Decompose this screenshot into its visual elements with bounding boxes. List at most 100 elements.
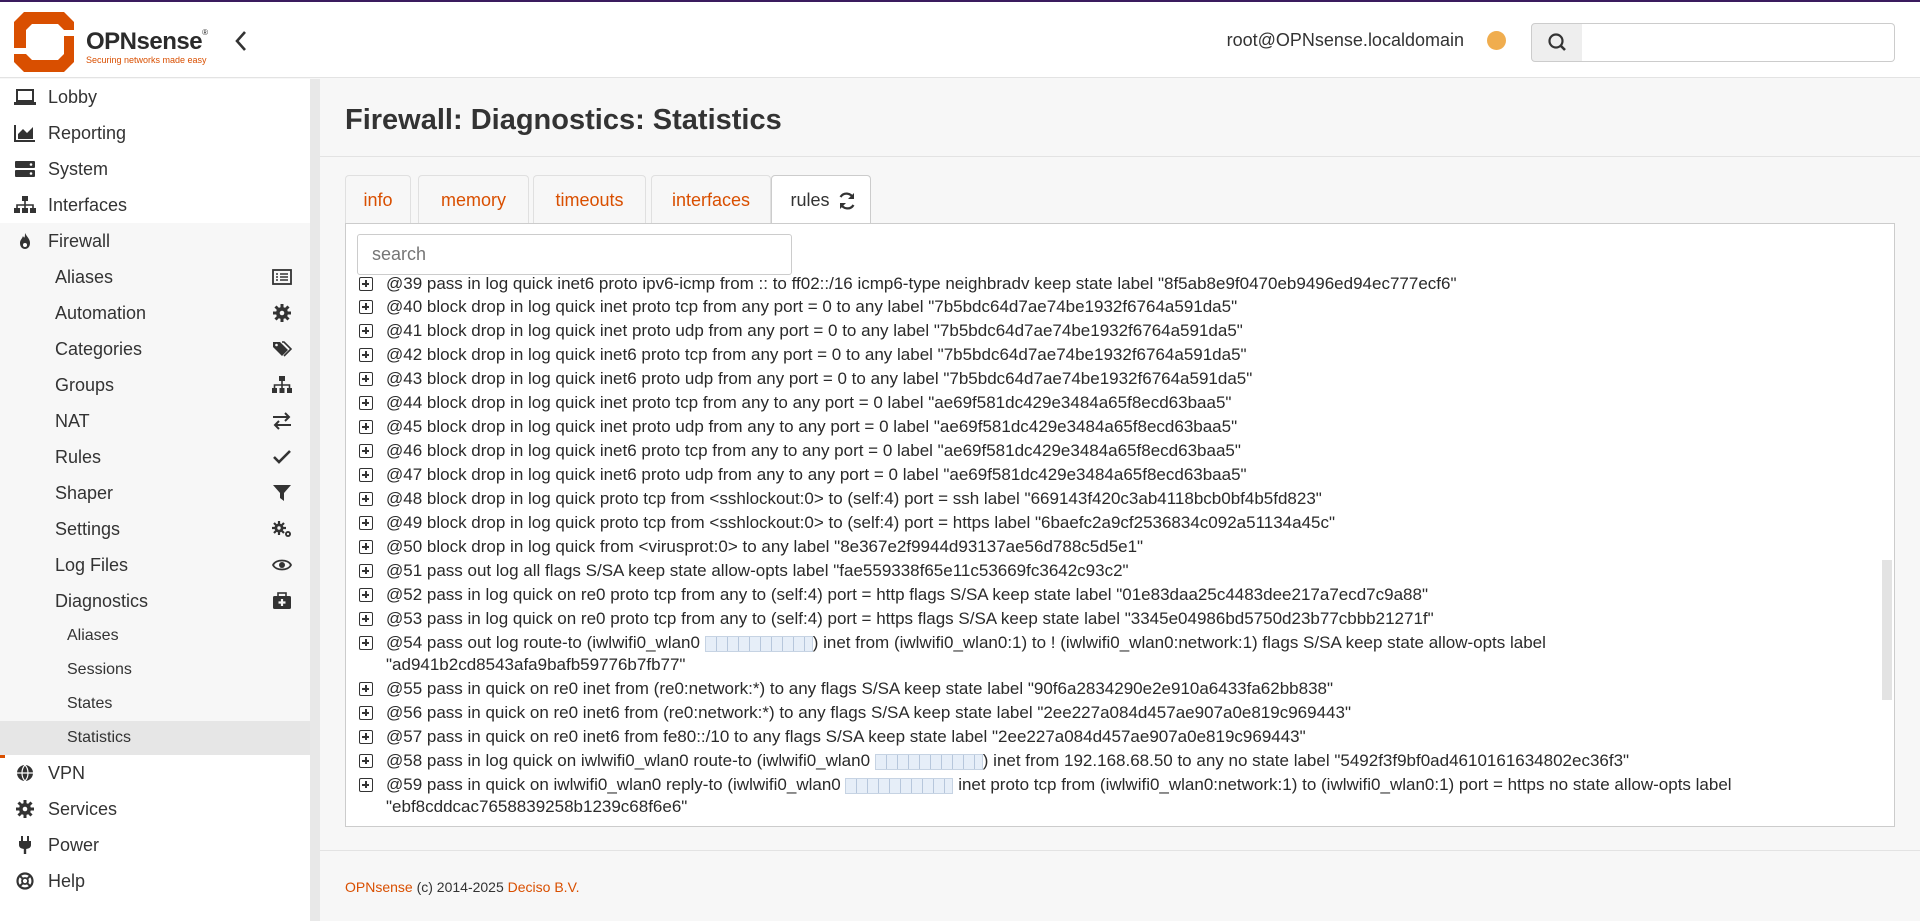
user-menu[interactable]: root@OPNsense.localdomain (1227, 30, 1464, 51)
rule-row: @43 block drop in log quick inet6 proto … (359, 368, 1252, 390)
sidebar-item-label: VPN (48, 763, 86, 783)
expand-toggle-icon[interactable] (359, 348, 373, 362)
sidebar-subitem-diag-aliases[interactable]: Aliases (0, 619, 310, 653)
expand-toggle-icon[interactable] (359, 300, 373, 314)
redacted-gateway (845, 777, 954, 794)
chevron-left-icon[interactable] (230, 26, 252, 56)
sidebar-item-power[interactable]: Power (0, 827, 310, 863)
opnsense-link[interactable]: OPNsense (345, 879, 413, 895)
expand-toggle-icon[interactable] (359, 444, 373, 458)
expand-toggle-icon[interactable] (359, 706, 373, 720)
expand-toggle-icon[interactable] (359, 396, 373, 410)
sidebar-item-label: Aliases (67, 627, 119, 644)
sidebar-subitem-categories[interactable]: Categories (0, 331, 310, 367)
expand-toggle-icon[interactable] (359, 754, 373, 768)
rule-row: @47 block drop in log quick inet6 proto … (359, 464, 1247, 486)
footer: OPNsense (c) 2014-2025 Deciso B.V. (320, 850, 1920, 921)
sidebar-scrollbar[interactable] (310, 79, 320, 921)
expand-toggle-icon[interactable] (359, 612, 373, 626)
tab-rules[interactable]: rules (771, 175, 871, 225)
rule-row: @58 pass in log quick on iwlwifi0_wlan0 … (359, 750, 1629, 772)
expand-toggle-icon[interactable] (359, 277, 373, 291)
search-button[interactable] (1531, 23, 1583, 62)
expand-toggle-icon[interactable] (359, 588, 373, 602)
sidebar-item-lobby[interactable]: Lobby (0, 79, 310, 115)
sidebar-subitem-diag-sessions[interactable]: Sessions (0, 653, 310, 687)
sidebar-item-firewall[interactable]: Firewall (0, 223, 310, 259)
rule-row: @57 pass in quick on re0 inet6 from fe80… (359, 726, 1306, 748)
sidebar-subitem-automation[interactable]: Automation (0, 295, 310, 331)
top-header: OPNsense® Securing networks made easy ro… (0, 2, 1920, 78)
rules-scrollbar[interactable] (1882, 560, 1892, 700)
exchange-icon (273, 412, 291, 430)
expand-toggle-icon[interactable] (359, 372, 373, 386)
sidebar-item-label: Categories (55, 339, 143, 359)
redacted-gateway (874, 753, 983, 770)
refresh-icon[interactable] (837, 191, 857, 211)
expand-toggle-icon[interactable] (359, 730, 373, 744)
sidebar-subitem-groups[interactable]: Groups (0, 367, 310, 403)
expand-toggle-icon[interactable] (359, 636, 373, 650)
sidebar-item-label: Settings (55, 519, 121, 539)
expand-toggle-icon[interactable] (359, 540, 373, 554)
gear-icon (273, 304, 291, 322)
sidebar-subitem-diag-statistics[interactable]: Statistics (0, 721, 310, 755)
sidebar-item-label: Automation (55, 303, 147, 323)
sidebar-subitem-nat[interactable]: NAT (0, 403, 310, 439)
expand-toggle-icon[interactable] (359, 420, 373, 434)
sitemap-icon (272, 376, 292, 393)
gears-icon (272, 521, 291, 537)
expand-toggle-icon[interactable] (359, 516, 373, 530)
expand-toggle-icon[interactable] (359, 324, 373, 338)
sidebar-subitem-log-files[interactable]: Log Files (0, 547, 310, 583)
opnsense-logo-icon[interactable] (14, 12, 74, 72)
rule-row: @42 block drop in log quick inet6 proto … (359, 344, 1247, 366)
sidebar-subitem-aliases[interactable]: Aliases (0, 259, 310, 295)
brand-tagline: Securing networks made easy (86, 55, 207, 65)
sidebar-item-label: Reporting (48, 123, 127, 143)
sidebar-item-label: Statistics (67, 729, 132, 746)
global-search-input[interactable] (1582, 23, 1895, 62)
expand-toggle-icon[interactable] (359, 492, 373, 506)
deciso-link[interactable]: Deciso B.V. (508, 879, 580, 895)
sidebar-item-vpn[interactable]: VPN (0, 755, 310, 791)
tab-memory[interactable]: memory (418, 175, 529, 224)
rules-panel: @39 pass in log quick inet6 proto ipv6-i… (345, 223, 1895, 827)
rule-row: @53 pass in log quick on re0 proto tcp f… (359, 608, 1434, 630)
expand-toggle-icon[interactable] (359, 468, 373, 482)
sidebar-item-label: Help (48, 871, 86, 891)
rule-row: @56 pass in quick on re0 inet6 from (re0… (359, 702, 1351, 724)
redacted-gateway (704, 635, 813, 652)
sidebar-subitem-shaper[interactable]: Shaper (0, 475, 310, 511)
globe-icon (17, 764, 33, 782)
rule-row: @51 pass out log all flags S/SA keep sta… (359, 560, 1129, 582)
sidebar-item-help[interactable]: Help (0, 863, 310, 899)
check-icon (273, 450, 291, 464)
sidebar-subitem-settings[interactable]: Settings (0, 511, 310, 547)
tags-icon (273, 341, 292, 357)
lifebuoy-icon (16, 872, 34, 890)
expand-toggle-icon[interactable] (359, 682, 373, 696)
sidebar-item-label: Lobby (48, 87, 98, 107)
expand-toggle-icon[interactable] (359, 564, 373, 578)
expand-toggle-icon[interactable] (359, 778, 373, 792)
sidebar-subitem-diagnostics[interactable]: Diagnostics (0, 583, 310, 619)
sidebar-subitem-diag-states[interactable]: States (0, 687, 310, 721)
status-indicator-icon[interactable] (1487, 31, 1506, 50)
sidebar-item-label: Power (48, 835, 100, 855)
tab-interfaces[interactable]: interfaces (651, 175, 771, 224)
sidebar-item-label: System (48, 159, 109, 179)
rule-row: @54 pass out log route-to (iwlwifi0_wlan… (359, 632, 1546, 676)
tab-info[interactable]: info (345, 175, 411, 224)
rules-search-input[interactable] (357, 234, 792, 275)
sidebar-item-services[interactable]: Services (0, 791, 310, 827)
plug-icon (19, 836, 31, 854)
sidebar-subitem-rules[interactable]: Rules (0, 439, 310, 475)
sidebar-item-system[interactable]: System (0, 151, 310, 187)
tab-timeouts[interactable]: timeouts (533, 175, 646, 224)
eye-icon (272, 559, 292, 571)
sitemap-icon (14, 196, 36, 213)
sidebar-item-interfaces[interactable]: Interfaces (0, 187, 310, 223)
sidebar-item-reporting[interactable]: Reporting (0, 115, 310, 151)
rule-row: @50 block drop in log quick from <virusp… (359, 536, 1143, 558)
